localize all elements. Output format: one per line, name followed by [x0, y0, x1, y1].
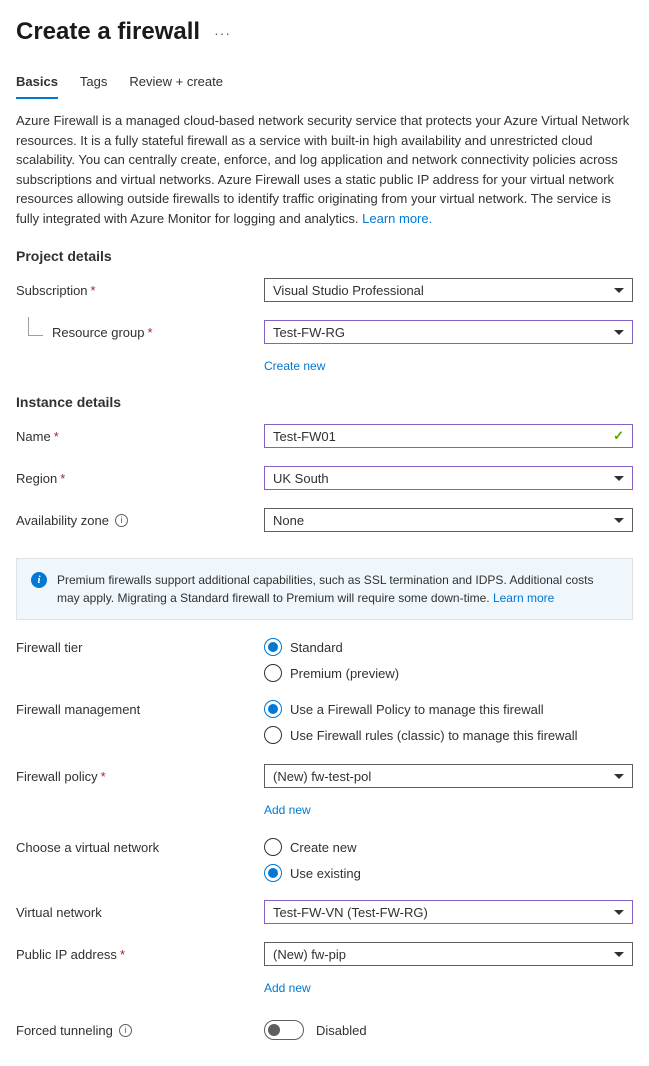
radio-label: Use Firewall rules (classic) to manage t…	[290, 728, 578, 743]
radio-vnet-create-new[interactable]: Create new	[264, 838, 633, 856]
subscription-dropdown[interactable]: Visual Studio Professional	[264, 278, 633, 302]
section-project-details: Project details	[16, 248, 633, 264]
add-new-public-ip-link[interactable]: Add new	[264, 981, 633, 995]
required-marker: *	[54, 429, 59, 444]
region-value: UK South	[273, 471, 329, 486]
tab-basics[interactable]: Basics	[16, 74, 58, 99]
resource-group-dropdown[interactable]: Test-FW-RG	[264, 320, 633, 344]
label-region: Region*	[16, 471, 264, 486]
forced-tunneling-toggle[interactable]	[264, 1020, 304, 1040]
availability-zone-dropdown[interactable]: None	[264, 508, 633, 532]
name-value: Test-FW01	[273, 429, 336, 444]
intro-body: Azure Firewall is a managed cloud-based …	[16, 113, 629, 226]
radio-mgmt-policy[interactable]: Use a Firewall Policy to manage this fir…	[264, 700, 633, 718]
chevron-down-icon	[614, 774, 624, 779]
radio-label: Create new	[290, 840, 356, 855]
label-firewall-policy: Firewall policy*	[16, 769, 264, 784]
banner-learn-more-link[interactable]: Learn more	[493, 591, 554, 605]
virtual-network-dropdown[interactable]: Test-FW-VN (Test-FW-RG)	[264, 900, 633, 924]
radio-tier-standard[interactable]: Standard	[264, 638, 633, 656]
label-forced-tunneling: Forced tunneling i	[16, 1023, 264, 1038]
chevron-down-icon	[614, 330, 624, 335]
add-new-policy-link[interactable]: Add new	[264, 803, 633, 817]
radio-label: Standard	[290, 640, 343, 655]
radio-label: Use a Firewall Policy to manage this fir…	[290, 702, 544, 717]
tab-bar: Basics Tags Review + create	[16, 74, 633, 99]
info-icon[interactable]: i	[115, 514, 128, 527]
required-marker: *	[91, 283, 96, 298]
radio-label: Use existing	[290, 866, 361, 881]
resource-group-value: Test-FW-RG	[273, 325, 345, 340]
radio-label: Premium (preview)	[290, 666, 399, 681]
virtual-network-value: Test-FW-VN (Test-FW-RG)	[273, 905, 428, 920]
learn-more-link[interactable]: Learn more.	[362, 211, 432, 226]
chevron-down-icon	[614, 518, 624, 523]
chevron-down-icon	[614, 910, 624, 915]
label-name: Name*	[16, 429, 264, 444]
label-choose-vnet: Choose a virtual network	[16, 838, 264, 855]
label-virtual-network: Virtual network	[16, 905, 264, 920]
tab-tags[interactable]: Tags	[80, 74, 107, 99]
required-marker: *	[101, 769, 106, 784]
more-actions-icon[interactable]: ···	[214, 25, 231, 41]
required-marker: *	[120, 947, 125, 962]
radio-tier-premium[interactable]: Premium (preview)	[264, 664, 633, 682]
page-title: Create a firewall	[16, 18, 200, 46]
firewall-policy-value: (New) fw-test-pol	[273, 769, 371, 784]
label-firewall-management: Firewall management	[16, 700, 264, 717]
firewall-policy-dropdown[interactable]: (New) fw-test-pol	[264, 764, 633, 788]
chevron-down-icon	[614, 952, 624, 957]
label-firewall-tier: Firewall tier	[16, 638, 264, 655]
required-marker: *	[60, 471, 65, 486]
section-instance-details: Instance details	[16, 394, 633, 410]
public-ip-dropdown[interactable]: (New) fw-pip	[264, 942, 633, 966]
required-marker: *	[148, 325, 153, 340]
forced-tunneling-state: Disabled	[316, 1023, 367, 1038]
label-resource-group: Resource group*	[16, 325, 264, 340]
name-input[interactable]: Test-FW01 ✓	[264, 424, 633, 448]
subscription-value: Visual Studio Professional	[273, 283, 424, 298]
availability-zone-value: None	[273, 513, 304, 528]
info-icon: i	[31, 572, 47, 588]
tab-review-create[interactable]: Review + create	[129, 74, 223, 99]
radio-mgmt-classic[interactable]: Use Firewall rules (classic) to manage t…	[264, 726, 633, 744]
public-ip-value: (New) fw-pip	[273, 947, 346, 962]
region-dropdown[interactable]: UK South	[264, 466, 633, 490]
chevron-down-icon	[614, 476, 624, 481]
intro-text: Azure Firewall is a managed cloud-based …	[16, 111, 633, 228]
toggle-knob	[268, 1024, 280, 1036]
premium-info-banner: i Premium firewalls support additional c…	[16, 558, 633, 620]
info-icon[interactable]: i	[119, 1024, 132, 1037]
chevron-down-icon	[614, 288, 624, 293]
create-new-resource-group-link[interactable]: Create new	[264, 359, 633, 373]
label-availability-zone: Availability zone i	[16, 513, 264, 528]
label-subscription: Subscription*	[16, 283, 264, 298]
label-public-ip: Public IP address*	[16, 947, 264, 962]
valid-check-icon: ✓	[613, 428, 624, 444]
radio-vnet-use-existing[interactable]: Use existing	[264, 864, 633, 882]
